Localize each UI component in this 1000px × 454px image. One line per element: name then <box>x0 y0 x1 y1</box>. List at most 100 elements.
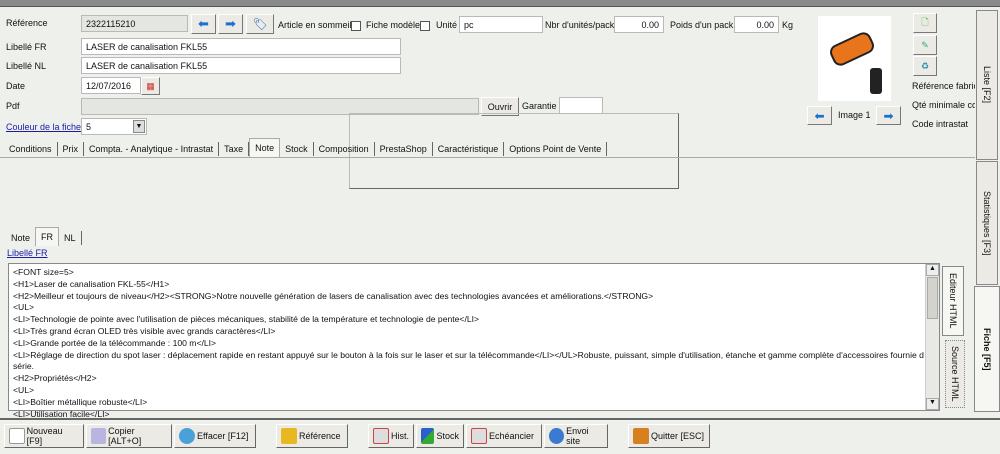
nouveau-button[interactable]: Nouveau [F9] <box>4 424 84 448</box>
garantie-field[interactable] <box>559 97 603 114</box>
editor-line: <H1>Laser de canalisation FKL-55</H1> <box>13 278 170 289</box>
editor-line: <FONT size=5> <box>13 267 74 277</box>
pdf-label: Pdf <box>6 101 20 111</box>
editor-line: <LI>Très grand écran OLED très visible a… <box>13 325 276 336</box>
reference-button[interactable]: Référence <box>276 424 348 448</box>
couleur-select[interactable]: 5 ▼ <box>81 118 147 135</box>
date-label: Date <box>6 81 26 91</box>
effacer-button[interactable]: Effacer [F12] <box>174 424 256 448</box>
image-caption: Image 1 <box>838 110 871 120</box>
editor-line: <LI>Boîtier métallique robuste</LI> <box>13 396 148 407</box>
arrow-right-icon: ➡ <box>225 16 236 31</box>
divider <box>0 418 1000 420</box>
libelle-fr-link[interactable]: Libellé FR <box>7 247 48 259</box>
stock-label: Stock <box>436 431 459 441</box>
tab-prestashop[interactable]: PrestaShop <box>375 142 433 156</box>
quitter-button[interactable]: Quitter [ESC] <box>628 424 710 448</box>
title-bar <box>0 0 1000 7</box>
exit-door-icon <box>633 428 649 444</box>
editor-scrollbar[interactable]: ▲ ▼ <box>925 264 939 410</box>
tab-fiche[interactable]: Fiche [F5] <box>974 286 1000 412</box>
envoi-site-button[interactable]: Envoi site <box>544 424 608 448</box>
note-tabs: Note FR NL <box>6 226 82 247</box>
tab-editeur-html[interactable]: Editeur HTML <box>942 266 964 336</box>
arrow-right-icon: ➡ <box>883 108 894 123</box>
calendar-button[interactable]: ▦ <box>141 77 160 95</box>
tab-caracteristique[interactable]: Caractéristique <box>433 142 505 156</box>
envoi-label: Envoi site <box>566 426 589 446</box>
previous-button[interactable]: ⬅ <box>191 14 216 34</box>
couleur-link[interactable]: Couleur de la fiche <box>6 121 81 133</box>
reference-btn-label: Référence <box>299 431 341 441</box>
tab-statistiques[interactable]: Statistiques [F3] <box>976 161 998 285</box>
tab-liste[interactable]: Liste [F2] <box>976 10 998 160</box>
image-next-button[interactable]: ➡ <box>876 106 901 125</box>
key-icon <box>281 428 297 444</box>
reference-label: Référence <box>6 18 48 28</box>
html-editor[interactable]: <FONT size=5> <H1>Laser de canalisation F… <box>8 263 940 419</box>
tag-button[interactable]: 🏷 <box>246 14 274 34</box>
garantie-label: Garantie <box>522 101 557 111</box>
unite-label: Unité <box>436 20 458 30</box>
tag-icon: 🏷 <box>252 17 268 31</box>
side-info-qte-min: Qté minimale con <box>912 100 975 110</box>
tab-source-html[interactable]: Source HTML <box>945 340 965 408</box>
calendar-clock-icon <box>373 428 389 444</box>
scroll-down-icon[interactable]: ▼ <box>926 398 939 410</box>
unite-field[interactable]: pc <box>459 16 543 33</box>
date-field[interactable]: 12/07/2016 <box>81 77 141 94</box>
tab-note-nl[interactable]: NL <box>59 231 82 245</box>
tab-options-pdv[interactable]: Options Point de Vente <box>504 142 608 156</box>
globe-icon <box>549 428 565 444</box>
kg-label: Kg <box>782 20 794 30</box>
editor-line: <LI>Technologie de pointe avec l'utilisa… <box>13 314 480 325</box>
poids-field[interactable]: 0.00 <box>734 16 779 33</box>
editor-line: <H2>Meilleur et toujours de niveau</H2><… <box>13 290 654 301</box>
tab-prix[interactable]: Prix <box>58 142 85 156</box>
tab-note-fr[interactable]: FR <box>35 226 60 246</box>
delete-image-button[interactable]: ♻ <box>913 56 937 76</box>
tab-taxe[interactable]: Taxe <box>219 142 250 156</box>
arrow-left-icon: ⬅ <box>814 108 825 123</box>
stock-button[interactable]: Stock <box>416 424 464 448</box>
reference-field[interactable]: 2322115210 <box>81 15 188 32</box>
tab-note[interactable]: Note <box>249 137 281 157</box>
echeancier-button[interactable]: Echéancier <box>466 424 542 448</box>
image-prev-button[interactable]: ⬅ <box>807 106 832 125</box>
libfr-label: Libellé FR <box>6 42 47 52</box>
boxes-icon <box>421 428 435 444</box>
sommeil-checkbox[interactable] <box>351 21 361 31</box>
scroll-up-icon[interactable]: ▲ <box>926 264 939 276</box>
tab-composition[interactable]: Composition <box>314 142 375 156</box>
editor-line: série. <box>13 361 35 372</box>
chevron-down-icon[interactable]: ▼ <box>133 120 145 133</box>
divider <box>0 157 975 158</box>
nbr-field[interactable]: 0.00 <box>614 16 664 33</box>
libnl-field[interactable]: LASER de canalisation FKL55 <box>81 57 401 74</box>
libfr-field[interactable]: LASER de canalisation FKL55 <box>81 38 401 55</box>
tab-stock[interactable]: Stock <box>280 142 314 156</box>
add-image-button[interactable]: 🗋 <box>913 13 937 33</box>
recycle-icon: ♻ <box>920 60 930 71</box>
copier-button[interactable]: Copier [ALT+O] <box>86 424 172 448</box>
product-image <box>818 16 891 101</box>
modele-checkbox[interactable] <box>420 21 430 31</box>
couleur-value: 5 <box>86 122 92 132</box>
arrow-left-icon: ⬅ <box>198 16 209 31</box>
next-button[interactable]: ➡ <box>218 14 243 34</box>
side-info-intrastat: Code intrastat <box>912 119 969 129</box>
new-file-icon: 🗋 <box>921 17 929 27</box>
edit-image-button[interactable]: ✎ <box>913 35 937 55</box>
poids-label: Poids d'un pack <box>670 20 734 30</box>
recycle-icon <box>179 428 195 444</box>
tab-conditions[interactable]: Conditions <box>4 142 58 156</box>
quitter-label: Quitter [ESC] <box>651 431 705 441</box>
hist-button[interactable]: Hist. <box>368 424 414 448</box>
copier-label: Copier [ALT+O] <box>108 426 142 446</box>
tab-note-note[interactable]: Note <box>6 231 35 245</box>
libnl-label: Libellé NL <box>6 61 47 71</box>
nbr-label: Nbr d'unités/pack <box>545 20 615 30</box>
tab-compta[interactable]: Compta. - Analytique - Intrastat <box>84 142 220 156</box>
nouveau-label: Nouveau [F9] <box>26 426 63 446</box>
scroll-thumb[interactable] <box>927 277 938 319</box>
